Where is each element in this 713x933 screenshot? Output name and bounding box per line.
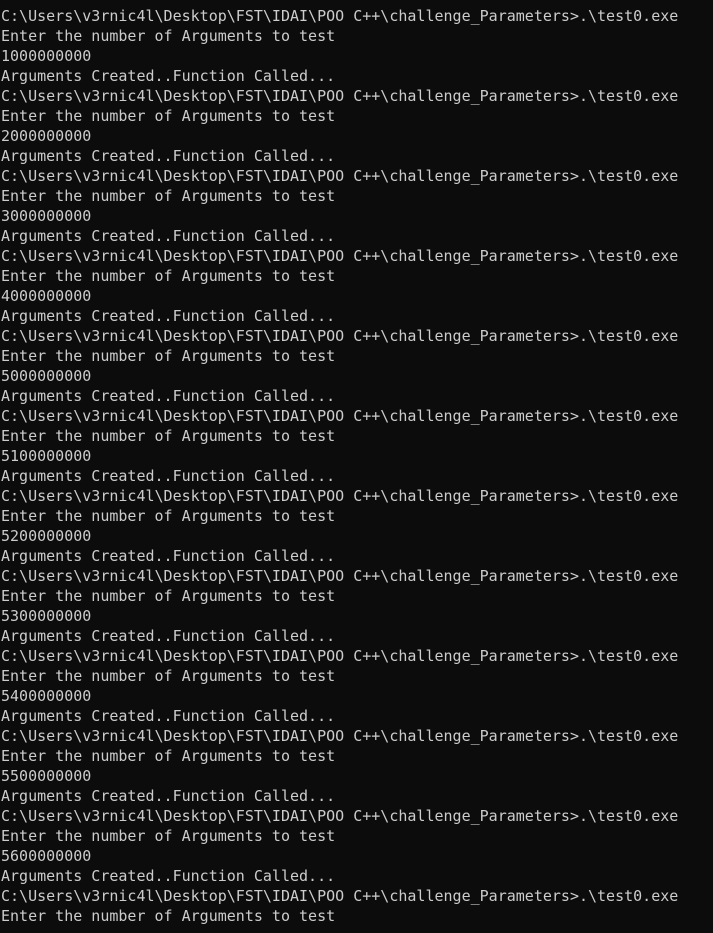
terminal-line: 5600000000: [1, 847, 92, 865]
terminal-line: C:\Users\v3rnic4l\Desktop\FST\IDAI\POO C…: [1, 247, 679, 265]
terminal-line: C:\Users\v3rnic4l\Desktop\FST\IDAI\POO C…: [1, 407, 679, 425]
terminal-line: Arguments Created..Function Called...: [1, 547, 336, 565]
terminal-line: Enter the number of Arguments to test: [1, 27, 336, 45]
terminal-line: Arguments Created..Function Called...: [1, 627, 336, 645]
terminal-output[interactable]: C:\Users\v3rnic4l\Desktop\FST\IDAI\POO C…: [0, 0, 713, 933]
terminal-line: Arguments Created..Function Called...: [1, 707, 336, 725]
terminal-line: 2000000000: [1, 127, 92, 145]
terminal-line: Enter the number of Arguments to test: [1, 347, 336, 365]
terminal-line: Arguments Created..Function Called...: [1, 787, 336, 805]
terminal-line: Arguments Created..Function Called...: [1, 467, 336, 485]
terminal-line: C:\Users\v3rnic4l\Desktop\FST\IDAI\POO C…: [1, 887, 679, 905]
terminal-line: 5300000000: [1, 607, 92, 625]
terminal-line: Enter the number of Arguments to test: [1, 507, 336, 525]
terminal-line: 5200000000: [1, 527, 92, 545]
terminal-line: 5000000000: [1, 367, 92, 385]
terminal-line: Arguments Created..Function Called...: [1, 867, 336, 885]
terminal-line: Enter the number of Arguments to test: [1, 667, 336, 685]
terminal-line: Enter the number of Arguments to test: [1, 907, 336, 925]
terminal-line: Enter the number of Arguments to test: [1, 747, 336, 765]
terminal-line: C:\Users\v3rnic4l\Desktop\FST\IDAI\POO C…: [1, 167, 679, 185]
terminal-line: 1000000000: [1, 47, 92, 65]
terminal-line: C:\Users\v3rnic4l\Desktop\FST\IDAI\POO C…: [1, 7, 679, 25]
terminal-line: Arguments Created..Function Called...: [1, 307, 336, 325]
terminal-line: 3000000000: [1, 207, 92, 225]
terminal-line: Enter the number of Arguments to test: [1, 827, 336, 845]
terminal-line: C:\Users\v3rnic4l\Desktop\FST\IDAI\POO C…: [1, 567, 679, 585]
terminal-line: C:\Users\v3rnic4l\Desktop\FST\IDAI\POO C…: [1, 807, 679, 825]
terminal-line: Arguments Created..Function Called...: [1, 387, 336, 405]
terminal-line: C:\Users\v3rnic4l\Desktop\FST\IDAI\POO C…: [1, 87, 679, 105]
terminal-line: 5400000000: [1, 687, 92, 705]
terminal-line: 5100000000: [1, 447, 92, 465]
terminal-line: C:\Users\v3rnic4l\Desktop\FST\IDAI\POO C…: [1, 727, 679, 745]
terminal-line: Arguments Created..Function Called...: [1, 67, 336, 85]
terminal-line: Enter the number of Arguments to test: [1, 107, 336, 125]
terminal-line: C:\Users\v3rnic4l\Desktop\FST\IDAI\POO C…: [1, 647, 679, 665]
terminal-line: C:\Users\v3rnic4l\Desktop\FST\IDAI\POO C…: [1, 487, 679, 505]
terminal-line: Arguments Created..Function Called...: [1, 227, 336, 245]
terminal-line: Arguments Created..Function Called...: [1, 147, 336, 165]
terminal-line: Enter the number of Arguments to test: [1, 427, 336, 445]
terminal-line: Enter the number of Arguments to test: [1, 187, 336, 205]
terminal-line: Enter the number of Arguments to test: [1, 267, 336, 285]
terminal-line: C:\Users\v3rnic4l\Desktop\FST\IDAI\POO C…: [1, 327, 679, 345]
terminal-line: 4000000000: [1, 287, 92, 305]
terminal-line: Enter the number of Arguments to test: [1, 587, 336, 605]
terminal-line: 5500000000: [1, 767, 92, 785]
